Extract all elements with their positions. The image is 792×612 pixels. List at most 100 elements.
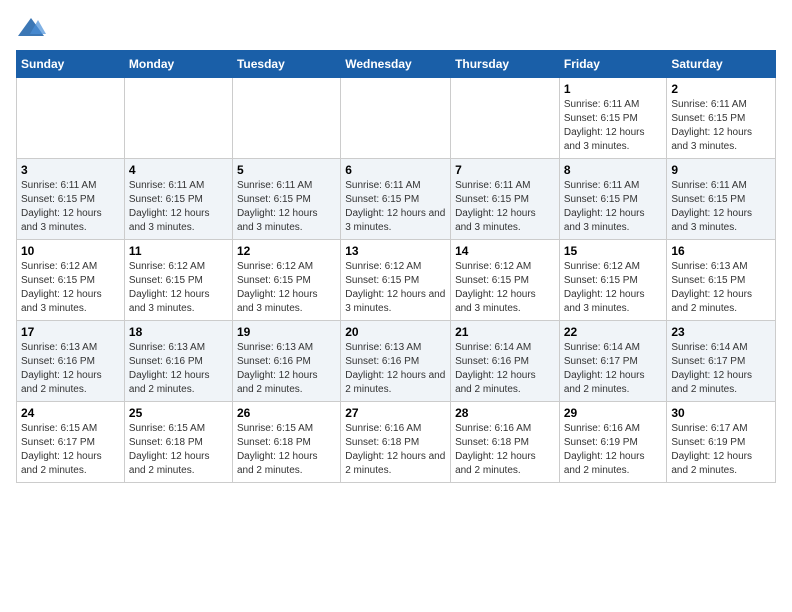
day-info: Sunrise: 6:11 AM Sunset: 6:15 PM Dayligh… — [21, 179, 120, 235]
calendar-cell: 16 Sunrise: 6:13 AM Sunset: 6:15 PM Dayli… — [667, 240, 776, 321]
day-number: 22 — [564, 325, 663, 339]
day-number: 27 — [345, 406, 446, 420]
calendar-cell: 28 Sunrise: 6:16 AM Sunset: 6:18 PM Dayli… — [451, 402, 560, 483]
logo — [16, 16, 50, 40]
day-number: 3 — [21, 163, 120, 177]
calendar-cell: 27 Sunrise: 6:16 AM Sunset: 6:18 PM Dayli… — [341, 402, 451, 483]
day-info: Sunrise: 6:17 AM Sunset: 6:19 PM Dayligh… — [671, 422, 771, 478]
day-number: 23 — [671, 325, 771, 339]
calendar-week-5: 24 Sunrise: 6:15 AM Sunset: 6:17 PM Dayli… — [17, 402, 776, 483]
day-number: 9 — [671, 163, 771, 177]
day-info: Sunrise: 6:12 AM Sunset: 6:15 PM Dayligh… — [564, 260, 663, 316]
day-info: Sunrise: 6:16 AM Sunset: 6:18 PM Dayligh… — [455, 422, 555, 478]
calendar-cell: 10 Sunrise: 6:12 AM Sunset: 6:15 PM Dayli… — [17, 240, 125, 321]
calendar-cell — [341, 78, 451, 159]
day-info: Sunrise: 6:11 AM Sunset: 6:15 PM Dayligh… — [129, 179, 228, 235]
day-number: 26 — [237, 406, 336, 420]
day-info: Sunrise: 6:13 AM Sunset: 6:16 PM Dayligh… — [345, 341, 446, 397]
calendar-cell: 5 Sunrise: 6:11 AM Sunset: 6:15 PM Daylig… — [232, 159, 340, 240]
day-header-monday: Monday — [124, 51, 232, 78]
day-info: Sunrise: 6:15 AM Sunset: 6:17 PM Dayligh… — [21, 422, 120, 478]
day-info: Sunrise: 6:14 AM Sunset: 6:17 PM Dayligh… — [671, 341, 771, 397]
calendar-cell: 30 Sunrise: 6:17 AM Sunset: 6:19 PM Dayli… — [667, 402, 776, 483]
day-info: Sunrise: 6:16 AM Sunset: 6:19 PM Dayligh… — [564, 422, 663, 478]
day-info: Sunrise: 6:14 AM Sunset: 6:17 PM Dayligh… — [564, 341, 663, 397]
calendar-cell: 9 Sunrise: 6:11 AM Sunset: 6:15 PM Daylig… — [667, 159, 776, 240]
calendar-cell: 11 Sunrise: 6:12 AM Sunset: 6:15 PM Dayli… — [124, 240, 232, 321]
calendar-cell: 25 Sunrise: 6:15 AM Sunset: 6:18 PM Dayli… — [124, 402, 232, 483]
day-info: Sunrise: 6:11 AM Sunset: 6:15 PM Dayligh… — [564, 98, 663, 154]
day-info: Sunrise: 6:12 AM Sunset: 6:15 PM Dayligh… — [129, 260, 228, 316]
calendar-cell: 13 Sunrise: 6:12 AM Sunset: 6:15 PM Dayli… — [341, 240, 451, 321]
day-info: Sunrise: 6:11 AM Sunset: 6:15 PM Dayligh… — [345, 179, 446, 235]
calendar-cell: 29 Sunrise: 6:16 AM Sunset: 6:19 PM Dayli… — [559, 402, 667, 483]
day-info: Sunrise: 6:15 AM Sunset: 6:18 PM Dayligh… — [129, 422, 228, 478]
day-info: Sunrise: 6:15 AM Sunset: 6:18 PM Dayligh… — [237, 422, 336, 478]
calendar-cell: 6 Sunrise: 6:11 AM Sunset: 6:15 PM Daylig… — [341, 159, 451, 240]
day-info: Sunrise: 6:13 AM Sunset: 6:16 PM Dayligh… — [237, 341, 336, 397]
day-info: Sunrise: 6:13 AM Sunset: 6:15 PM Dayligh… — [671, 260, 771, 316]
day-number: 7 — [455, 163, 555, 177]
day-number: 2 — [671, 82, 771, 96]
day-number: 25 — [129, 406, 228, 420]
day-number: 10 — [21, 244, 120, 258]
day-info: Sunrise: 6:12 AM Sunset: 6:15 PM Dayligh… — [455, 260, 555, 316]
day-info: Sunrise: 6:16 AM Sunset: 6:18 PM Dayligh… — [345, 422, 446, 478]
day-number: 24 — [21, 406, 120, 420]
calendar-cell: 1 Sunrise: 6:11 AM Sunset: 6:15 PM Daylig… — [559, 78, 667, 159]
calendar-cell: 17 Sunrise: 6:13 AM Sunset: 6:16 PM Dayli… — [17, 321, 125, 402]
calendar-cell: 12Sunrise: 6:12 AM Sunset: 6:15 PM Dayli… — [232, 240, 340, 321]
day-number: 1 — [564, 82, 663, 96]
day-info: Sunrise: 6:11 AM Sunset: 6:15 PM Dayligh… — [564, 179, 663, 235]
calendar-cell: 23 Sunrise: 6:14 AM Sunset: 6:17 PM Dayli… — [667, 321, 776, 402]
calendar-cell: 15 Sunrise: 6:12 AM Sunset: 6:15 PM Dayli… — [559, 240, 667, 321]
day-number: 15 — [564, 244, 663, 258]
day-number: 11 — [129, 244, 228, 258]
calendar-cell: 2 Sunrise: 6:11 AM Sunset: 6:15 PM Daylig… — [667, 78, 776, 159]
day-number: 21 — [455, 325, 555, 339]
day-number: 18 — [129, 325, 228, 339]
calendar-header-row: SundayMondayTuesdayWednesdayThursdayFrid… — [17, 51, 776, 78]
day-number: 16 — [671, 244, 771, 258]
day-number: 5 — [237, 163, 336, 177]
day-info: Sunrise: 6:11 AM Sunset: 6:15 PM Dayligh… — [671, 179, 771, 235]
calendar-cell — [232, 78, 340, 159]
day-number: 6 — [345, 163, 446, 177]
day-info: Sunrise: 6:11 AM Sunset: 6:15 PM Dayligh… — [455, 179, 555, 235]
day-number: 30 — [671, 406, 771, 420]
calendar-table: SundayMondayTuesdayWednesdayThursdayFrid… — [16, 50, 776, 483]
calendar-cell — [451, 78, 560, 159]
day-number: 29 — [564, 406, 663, 420]
day-number: 17 — [21, 325, 120, 339]
day-info: Sunrise: 6:12 AM Sunset: 6:15 PM Dayligh… — [345, 260, 446, 316]
day-number: 13 — [345, 244, 446, 258]
calendar-cell: 21 Sunrise: 6:14 AM Sunset: 6:16 PM Dayli… — [451, 321, 560, 402]
day-header-friday: Friday — [559, 51, 667, 78]
calendar-cell — [17, 78, 125, 159]
day-info: Sunrise: 6:11 AM Sunset: 6:15 PM Dayligh… — [237, 179, 336, 235]
day-header-tuesday: Tuesday — [232, 51, 340, 78]
day-number: 28 — [455, 406, 555, 420]
day-info: Sunrise: 6:12 AM Sunset: 6:15 PM Dayligh… — [21, 260, 120, 316]
day-header-saturday: Saturday — [667, 51, 776, 78]
day-info: Sunrise: 6:13 AM Sunset: 6:16 PM Dayligh… — [21, 341, 120, 397]
day-info: Sunrise: 6:14 AM Sunset: 6:16 PM Dayligh… — [455, 341, 555, 397]
day-number: 8 — [564, 163, 663, 177]
calendar-cell: 22 Sunrise: 6:14 AM Sunset: 6:17 PM Dayli… — [559, 321, 667, 402]
day-number: 4 — [129, 163, 228, 177]
calendar-cell: 24 Sunrise: 6:15 AM Sunset: 6:17 PM Dayli… — [17, 402, 125, 483]
calendar-cell: 26 Sunrise: 6:15 AM Sunset: 6:18 PM Dayli… — [232, 402, 340, 483]
day-number: 19 — [237, 325, 336, 339]
calendar-week-1: 1 Sunrise: 6:11 AM Sunset: 6:15 PM Daylig… — [17, 78, 776, 159]
calendar-cell: 7 Sunrise: 6:11 AM Sunset: 6:15 PM Daylig… — [451, 159, 560, 240]
day-info: Sunrise: 6:11 AM Sunset: 6:15 PM Dayligh… — [671, 98, 771, 154]
calendar-cell: 18 Sunrise: 6:13 AM Sunset: 6:16 PM Dayli… — [124, 321, 232, 402]
calendar-cell: 8 Sunrise: 6:11 AM Sunset: 6:15 PM Daylig… — [559, 159, 667, 240]
day-number: 12 — [237, 244, 336, 258]
page-header — [16, 16, 776, 40]
calendar-cell — [124, 78, 232, 159]
calendar-cell: 19 Sunrise: 6:13 AM Sunset: 6:16 PM Dayli… — [232, 321, 340, 402]
day-info: Sunrise: 6:13 AM Sunset: 6:16 PM Dayligh… — [129, 341, 228, 397]
calendar-body: 1 Sunrise: 6:11 AM Sunset: 6:15 PM Daylig… — [17, 78, 776, 483]
calendar-week-2: 3 Sunrise: 6:11 AM Sunset: 6:15 PM Daylig… — [17, 159, 776, 240]
